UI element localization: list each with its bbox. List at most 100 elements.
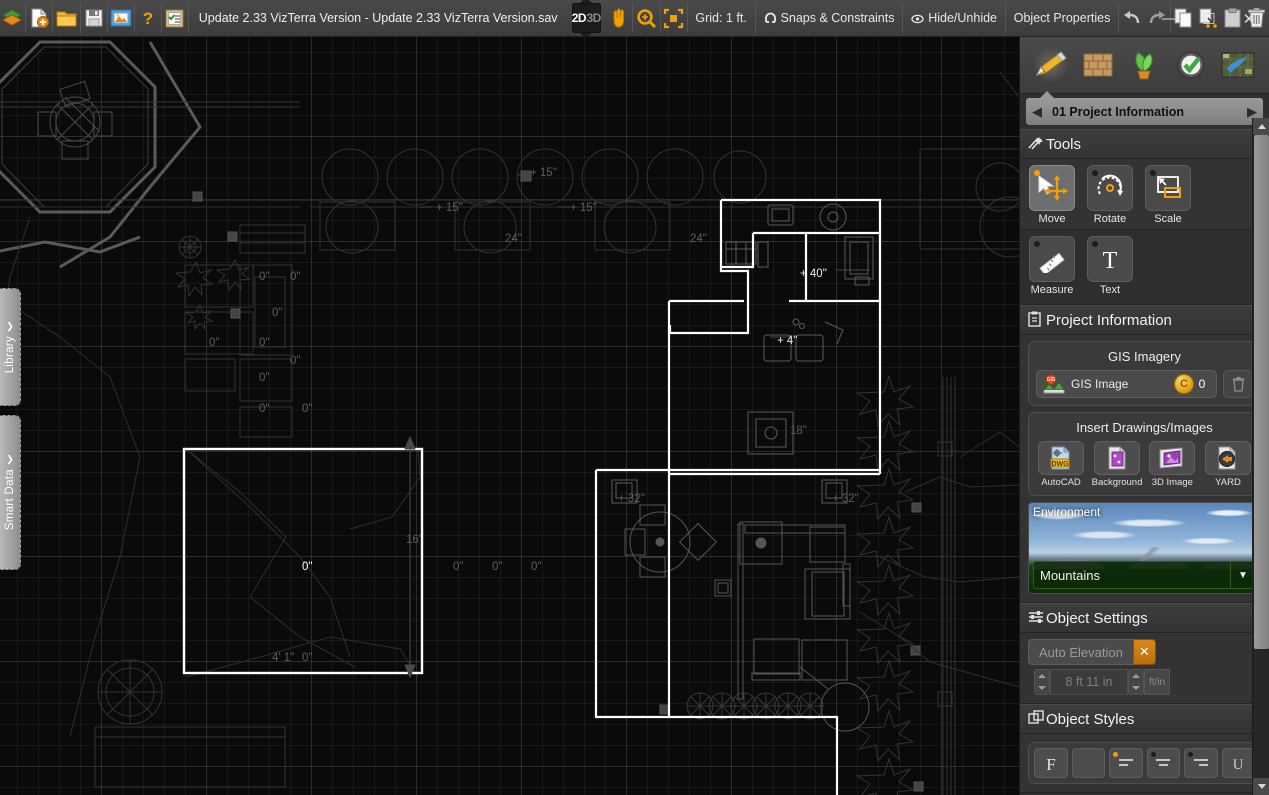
app-logo-icon[interactable] (0, 2, 24, 35)
section-navigator[interactable]: ◀ 01 Project Information ▶ (1026, 98, 1263, 125)
navigator-prev-button[interactable]: ◀ (1026, 104, 1048, 120)
save-icon[interactable] (81, 2, 105, 35)
approve-check-icon[interactable] (1173, 47, 1209, 83)
close-button[interactable]: ✕ (1229, 4, 1269, 34)
tool-rotate[interactable]: Rotate (1086, 165, 1134, 225)
hide-unhide-button[interactable]: Hide/Unhide (904, 2, 1004, 35)
view-mode-3d[interactable]: 3D (586, 11, 601, 25)
align-right-active-dot (1188, 752, 1193, 757)
insert-autocad[interactable]: DWG AutoCAD (1036, 441, 1086, 488)
gis-delete-button[interactable] (1223, 370, 1253, 398)
scroll-up-button[interactable] (1253, 118, 1269, 135)
tool-move[interactable]: Move (1028, 165, 1076, 225)
stepper-down-icon (1132, 686, 1140, 690)
gis-imagery-title: GIS Imagery (1036, 349, 1253, 364)
help-icon[interactable]: ? (136, 2, 160, 35)
toggle-caret-top-icon (580, 0, 592, 3)
tool-measure[interactable]: Measure (1028, 236, 1076, 296)
library-chevron-icon: ❯ (6, 321, 14, 332)
insert-3d-image[interactable]: 3D Image (1147, 441, 1197, 488)
insert-background[interactable]: Background (1092, 441, 1142, 488)
font-style-button[interactable]: F (1034, 748, 1068, 778)
section-header-object-styles[interactable]: Object Styles ⌄ (1020, 704, 1269, 734)
insert-drawings-title: Insert Drawings/Images (1036, 420, 1253, 435)
snaps-constraints-button[interactable]: Snaps & Constraints (757, 2, 902, 35)
scrollbar-thumb[interactable] (1254, 135, 1269, 649)
elevation-stepper-right[interactable] (1128, 669, 1144, 695)
section-header-object-settings[interactable]: Object Settings ⌄ (1020, 603, 1269, 633)
insert-background-label: Background (1092, 477, 1142, 488)
svg-text:?: ? (143, 9, 153, 28)
section-header-tools[interactable]: Tools ⌄ (1020, 129, 1269, 159)
checklist-icon[interactable] (163, 2, 187, 35)
align-right-button[interactable] (1184, 748, 1218, 778)
toolbar-divider (134, 3, 135, 33)
open-folder-icon[interactable] (54, 2, 78, 35)
tools-secondary-grid: Measure T Text (1028, 236, 1261, 296)
measure-active-dot (1034, 241, 1040, 247)
environment-preview[interactable]: Environment Mountains ▼ (1028, 502, 1261, 594)
new-project-icon[interactable] (27, 2, 51, 35)
main-toolbar: ? Update 2.33 VizTerra Version - Update … (0, 0, 1269, 37)
object-styles-toolbar: F (1028, 742, 1261, 784)
gis-image-button[interactable]: GIS GIS Image C 0 (1036, 370, 1217, 398)
gis-image-row: GIS GIS Image C 0 (1036, 370, 1253, 398)
tool-move-label: Move (1028, 213, 1076, 225)
navigator-caret-icon (1040, 91, 1054, 98)
undo-icon[interactable] (1120, 2, 1144, 35)
tools-icon (1028, 136, 1046, 153)
text-active-dot (1092, 241, 1098, 247)
tool-rotate-label: Rotate (1086, 213, 1134, 225)
design-canvas[interactable]: + 15"+ 15"+ 15"24"24"+ 40"+ 4"0"0"0"0"0"… (0, 37, 1019, 795)
view-mode-2d[interactable]: 2D (572, 11, 587, 25)
pan-icon[interactable] (607, 2, 631, 35)
zoom-icon[interactable] (634, 2, 658, 35)
insert-yard[interactable]: YARD (1203, 441, 1253, 488)
plants-icon[interactable] (1126, 47, 1162, 83)
panel-scrollbar[interactable] (1252, 118, 1269, 795)
panel-scroll-area: Tools ⌄ (1020, 129, 1269, 795)
toolbar-divider (1118, 3, 1119, 33)
toolbar-divider (755, 3, 756, 33)
align-left-button[interactable] (1109, 748, 1143, 778)
maximize-button[interactable]: ☐ (1189, 4, 1229, 34)
design-pencil-icon[interactable] (1033, 47, 1069, 83)
scroll-down-button[interactable] (1253, 778, 1269, 795)
sidebar-tab-library[interactable]: ❯ Library (0, 288, 21, 406)
materials-icon[interactable] (1080, 47, 1116, 83)
blank-style-button[interactable] (1072, 748, 1106, 778)
clipboard-icon (1028, 311, 1046, 330)
section-header-project-information[interactable]: Project Information ⌄ (1020, 305, 1269, 335)
imagery-map-icon[interactable] (1220, 47, 1256, 83)
elevation-stepper-row: 8 ft 11 in ft/in (1034, 669, 1261, 695)
tool-scale[interactable]: Scale (1144, 165, 1192, 225)
zoom-extents-icon[interactable] (661, 2, 685, 35)
object-properties-button[interactable]: Object Properties (1007, 2, 1118, 35)
underline-button[interactable]: U (1222, 748, 1256, 778)
export-image-icon[interactable] (108, 2, 132, 35)
insert-autocad-label: AutoCAD (1036, 477, 1086, 488)
auto-elevation-button[interactable]: Auto Elevation (1028, 639, 1134, 665)
align-center-button[interactable] (1147, 748, 1181, 778)
environment-select[interactable]: Mountains ▼ (1033, 561, 1256, 589)
tool-text[interactable]: T Text (1086, 236, 1134, 296)
sidebar-tab-smart-data[interactable]: ❯ Smart Data (0, 415, 21, 570)
text-icon: T (1087, 236, 1133, 282)
toolbar-divider (52, 3, 53, 33)
view-mode-toggle[interactable]: 2D 3D (572, 3, 602, 33)
elevation-value-field[interactable]: 8 ft 11 in (1050, 669, 1128, 695)
align-center-active-dot (1151, 752, 1156, 757)
measure-icon (1029, 236, 1075, 282)
tool-measure-label: Measure (1028, 284, 1076, 296)
sliders-icon (1028, 610, 1046, 627)
minimize-button[interactable]: — (1149, 4, 1189, 34)
toolbar-divider (1005, 3, 1006, 33)
magnet-icon (764, 12, 777, 25)
environment-selected-value: Mountains (1034, 568, 1230, 583)
stepper-up-icon (1132, 674, 1140, 678)
elevation-stepper-left[interactable] (1034, 669, 1050, 695)
toolbar-divider (188, 3, 189, 33)
auto-elevation-clear-button[interactable]: ✕ (1134, 639, 1156, 665)
site-plan-drawing (0, 37, 1019, 795)
toolbar-divider (107, 3, 108, 33)
